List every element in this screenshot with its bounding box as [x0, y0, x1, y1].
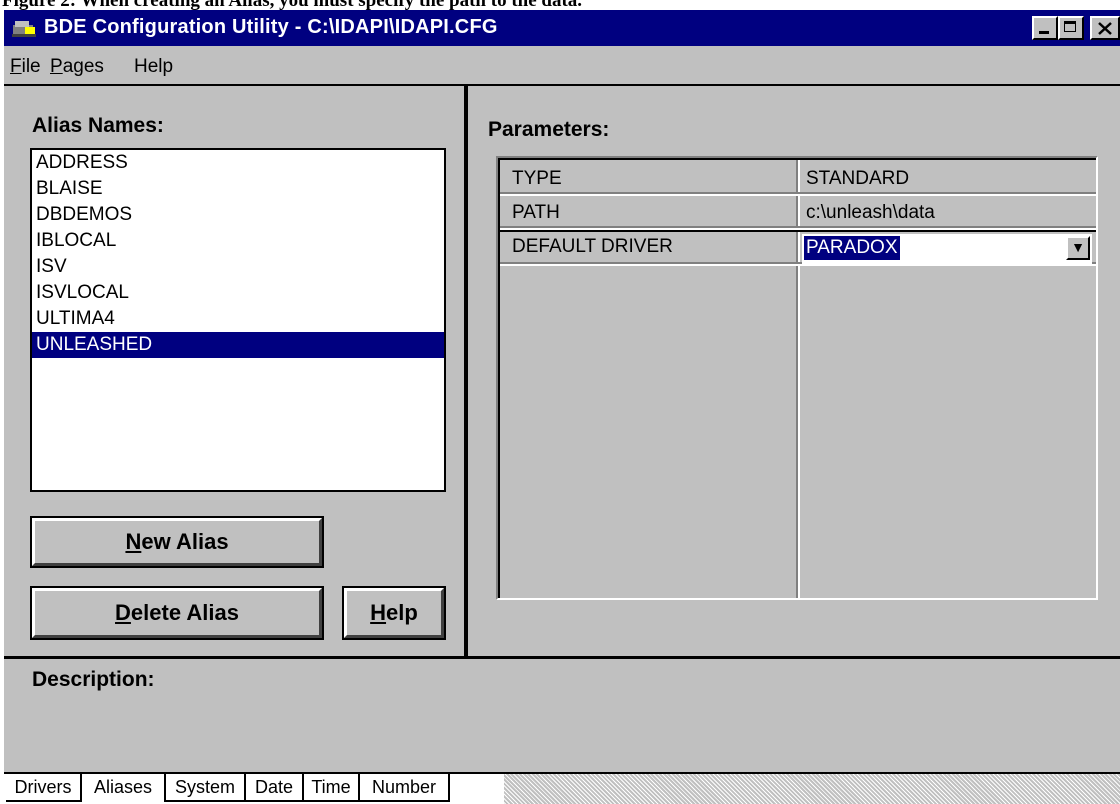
alias-names-label: Alias Names: — [32, 114, 164, 137]
minimize-button[interactable] — [1032, 16, 1058, 40]
maximize-icon — [1064, 21, 1076, 32]
minimize-icon — [1039, 31, 1049, 34]
param-name: TYPE — [512, 168, 562, 189]
alias-names-list[interactable]: ADDRESS BLAISE DBDEMOS IBLOCAL ISV ISVLO… — [30, 148, 446, 492]
list-item[interactable]: ULTIMA4 — [32, 306, 444, 332]
figure-caption: Figure 2: When creating an Alias, you mu… — [2, 0, 583, 11]
tab-system[interactable]: System — [166, 774, 246, 802]
parameters-grid[interactable]: TYPE STANDARD PATH c:\unleash\data DEFAU… — [496, 156, 1098, 600]
title-bar[interactable]: BDE Configuration Utility - C:\IDAPI\IDA… — [4, 10, 1120, 46]
list-item[interactable]: IBLOCAL — [32, 228, 444, 254]
maximize-button[interactable] — [1058, 16, 1084, 40]
menu-help[interactable]: Help — [134, 56, 173, 78]
panel-divider-horizontal — [4, 656, 1120, 659]
list-item[interactable]: DBDEMOS — [32, 202, 444, 228]
bde-app-icon — [12, 21, 36, 37]
list-item[interactable]: ADDRESS — [32, 150, 444, 176]
panel-divider-vertical — [464, 86, 468, 656]
window-title: BDE Configuration Utility - C:\IDAPI\IDA… — [44, 16, 498, 38]
delete-alias-button[interactable]: Delete Alias — [30, 586, 324, 640]
help-button[interactable]: Help — [342, 586, 446, 640]
default-driver-value[interactable]: PARADOX — [804, 236, 900, 260]
table-row-active[interactable]: DEFAULT DRIVER PARADOX ▼ — [500, 230, 1096, 266]
new-alias-button[interactable]: New Alias — [30, 516, 324, 568]
menu-file[interactable]: File — [10, 56, 41, 78]
parameters-label: Parameters: — [488, 118, 610, 141]
menu-pages[interactable]: Pages — [50, 56, 104, 78]
tab-time[interactable]: Time — [304, 774, 360, 802]
tab-number[interactable]: Number — [360, 774, 450, 802]
tab-aliases[interactable]: Aliases — [82, 774, 166, 802]
param-name: DEFAULT DRIVER — [512, 236, 673, 257]
page-tabs: Drivers Aliases System Date Time Number — [4, 772, 1120, 804]
table-row[interactable]: PATH c:\unleash\data — [500, 198, 1096, 230]
description-label: Description: — [32, 668, 155, 691]
table-row[interactable]: TYPE STANDARD — [500, 164, 1096, 196]
list-item-selected[interactable]: UNLEASHED — [32, 332, 444, 358]
dropdown-arrow-icon[interactable]: ▼ — [1066, 236, 1090, 260]
list-item[interactable]: ISV — [32, 254, 444, 280]
list-item[interactable]: ISVLOCAL — [32, 280, 444, 306]
close-icon — [1098, 22, 1112, 35]
tab-drivers[interactable]: Drivers — [6, 774, 82, 802]
menu-bar: File Pages Help — [4, 46, 1120, 86]
list-item[interactable]: BLAISE — [32, 176, 444, 202]
bde-config-window: BDE Configuration Utility - C:\IDAPI\IDA… — [4, 10, 1120, 804]
param-value[interactable]: STANDARD — [806, 168, 909, 190]
param-value[interactable]: c:\unleash\data — [806, 202, 935, 224]
tab-date[interactable]: Date — [246, 774, 304, 802]
close-button[interactable] — [1090, 16, 1120, 40]
param-name: PATH — [512, 202, 560, 223]
default-driver-select[interactable]: PARADOX ▼ — [802, 234, 1092, 264]
